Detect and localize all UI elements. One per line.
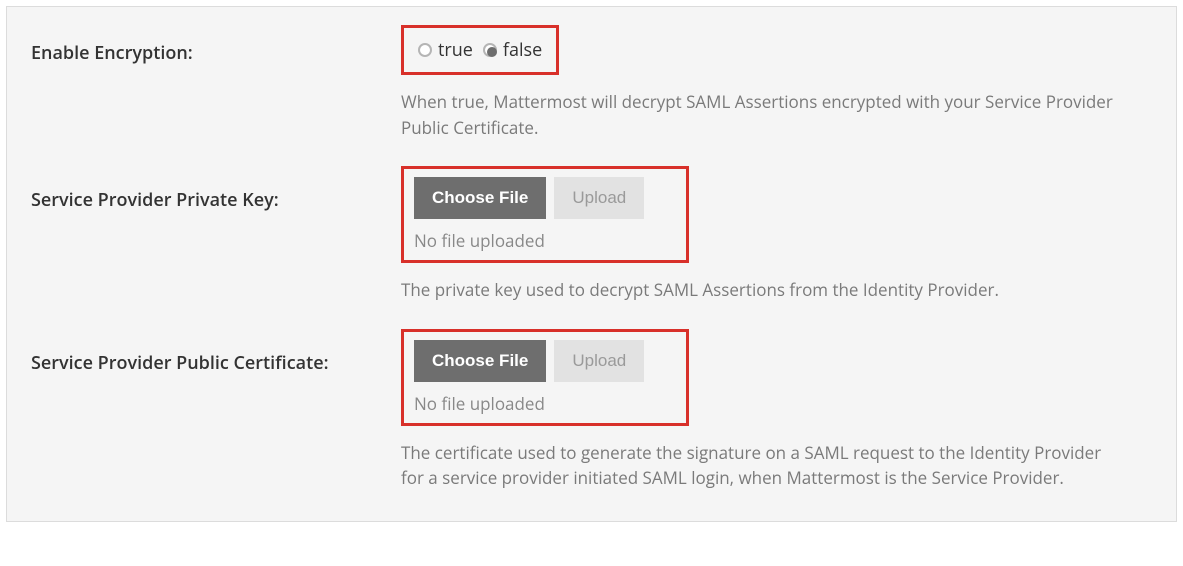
settings-panel: Enable Encryption: true false When true,…: [6, 6, 1177, 522]
help-private-key: The private key used to decrypt SAML Ass…: [401, 277, 1121, 303]
highlight-encryption: true false: [401, 25, 559, 75]
label-public-cert: Service Provider Public Certificate:: [31, 329, 401, 375]
file-status-public-cert: No file uploaded: [414, 392, 672, 415]
radio-icon: [418, 43, 432, 57]
radio-encryption-false[interactable]: false: [483, 38, 542, 62]
control-public-cert: Choose File Upload No file uploaded The …: [401, 329, 1152, 491]
row-private-key: Service Provider Private Key: Choose Fil…: [31, 166, 1152, 321]
file-status-private-key: No file uploaded: [414, 229, 672, 252]
upload-button[interactable]: Upload: [554, 177, 644, 219]
control-private-key: Choose File Upload No file uploaded The …: [401, 166, 1152, 321]
radio-label-false: false: [503, 38, 542, 62]
label-enable-encryption: Enable Encryption:: [31, 25, 401, 65]
choose-file-button[interactable]: Choose File: [414, 340, 546, 382]
highlight-private-key: Choose File Upload No file uploaded: [401, 166, 689, 263]
row-enable-encryption: Enable Encryption: true false When true,…: [31, 25, 1152, 158]
control-enable-encryption: true false When true, Mattermost will de…: [401, 25, 1152, 158]
radio-encryption-true[interactable]: true: [418, 38, 473, 62]
row-public-cert: Service Provider Public Certificate: Cho…: [31, 329, 1152, 491]
choose-file-button[interactable]: Choose File: [414, 177, 546, 219]
radio-label-true: true: [438, 38, 473, 62]
help-encryption: When true, Mattermost will decrypt SAML …: [401, 89, 1121, 140]
label-private-key: Service Provider Private Key:: [31, 166, 401, 212]
file-row-private-key: Choose File Upload: [414, 177, 672, 219]
radio-icon: [483, 43, 497, 57]
radio-group-encryption: true false: [418, 38, 542, 62]
help-public-cert: The certificate used to generate the sig…: [401, 440, 1121, 491]
file-row-public-cert: Choose File Upload: [414, 340, 672, 382]
upload-button[interactable]: Upload: [554, 340, 644, 382]
highlight-public-cert: Choose File Upload No file uploaded: [401, 329, 689, 426]
